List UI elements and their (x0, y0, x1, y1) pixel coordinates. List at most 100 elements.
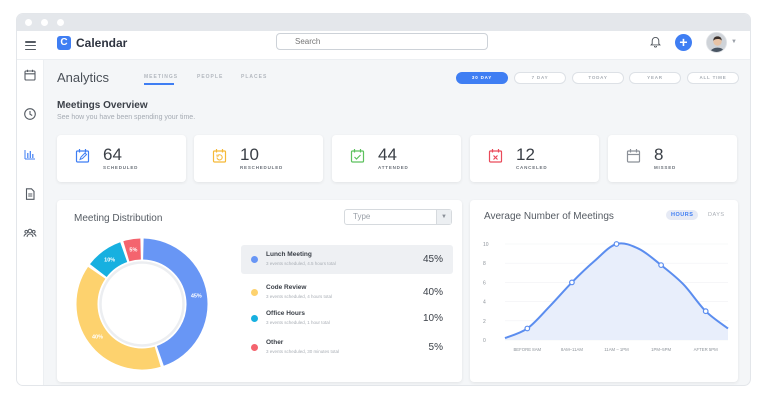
legend-dot (251, 315, 258, 322)
donut-data-label: 5% (129, 248, 137, 254)
calendar-edit-icon (75, 149, 90, 163)
y-tick-label: 0 (483, 338, 486, 344)
legend-item-office-hours[interactable]: Office Hours 3 events scheduled, 1 hour … (241, 304, 453, 333)
legend-desc: 3 events scheduled, 30 minutes total (266, 349, 340, 354)
stat-card-rescheduled: 10 RESCHEDULED (194, 135, 323, 182)
x-tick-label: 8AM–11AM (561, 347, 584, 352)
donut-slice-lunch-meeting[interactable] (142, 238, 208, 366)
legend-percent: 40% (422, 287, 443, 298)
stat-value: 12 (516, 145, 535, 164)
donut-data-label: 10% (104, 258, 115, 264)
data-point[interactable] (702, 308, 709, 315)
legend-dot (251, 289, 258, 296)
donut-data-label: 45% (191, 293, 202, 299)
sidebar (17, 60, 44, 385)
calendar-check-icon (350, 149, 365, 163)
window-maximize-dot[interactable] (57, 19, 64, 26)
overview-title: Meetings Overview (57, 100, 148, 111)
calendar-icon[interactable] (23, 68, 37, 82)
average-card: Average Number of Meetings HOURS DAYS 02… (470, 200, 738, 382)
donut-inner-ring (99, 261, 185, 347)
overview-subtitle: See how you have been spending your time… (57, 114, 196, 121)
bar-chart-icon[interactable] (23, 147, 37, 161)
y-tick-label: 8 (483, 261, 486, 267)
data-point[interactable] (658, 262, 665, 269)
legend-desc: 3 events scheduled, 1 hour total (266, 320, 330, 325)
stat-value: 8 (654, 145, 664, 164)
type-select[interactable]: Type ▼ (344, 209, 452, 225)
window-minimize-dot[interactable] (41, 19, 48, 26)
stat-label: SCHEDULED (103, 165, 139, 170)
window-close-dot[interactable] (25, 19, 32, 26)
legend-desc: 3 events scheduled, 4 hours total (266, 294, 333, 299)
range-year[interactable]: YEAR (629, 72, 681, 84)
range-7-day[interactable]: 7 DAY (514, 72, 566, 84)
x-tick-label: AFTER 5PM (694, 347, 719, 352)
range-all-time[interactable]: ALL TIME (687, 72, 739, 84)
data-point[interactable] (524, 325, 531, 332)
chevron-down-icon: ▼ (436, 210, 451, 224)
legend-desc: 3 events scheduled, 4.5 hours total (266, 261, 336, 266)
legend-name: Lunch Meeting (266, 251, 312, 258)
stat-card-scheduled: 64 SCHEDULED (57, 135, 186, 182)
add-event-button[interactable]: + (675, 34, 692, 51)
document-icon[interactable] (23, 187, 37, 201)
stat-value: 44 (378, 145, 397, 164)
calendar-missed-icon (626, 149, 641, 163)
tab-people[interactable]: PEOPLE (197, 74, 223, 80)
stat-label: CANCELED (516, 165, 548, 170)
stat-label: RESCHEDULED (240, 165, 284, 170)
type-select-placeholder: Type (353, 212, 371, 221)
tab-meetings[interactable]: MEETINGS (144, 74, 178, 80)
hamburger-menu-icon[interactable] (25, 41, 36, 51)
average-area-chart: 0 2 4 6 8 10 BEFORE 8AM 8AM–11AM 11AM – 1PM 1PM–5… (483, 241, 729, 352)
data-point[interactable] (613, 241, 620, 247)
distribution-title: Meeting Distribution (74, 213, 163, 224)
y-tick-label: 4 (483, 300, 486, 306)
donut-data-label: 40% (92, 334, 103, 340)
legend-dot (251, 344, 258, 351)
x-tick-label: 1PM–5PM (651, 347, 671, 352)
stat-card-canceled: 12 CANCELED (470, 135, 599, 182)
stat-value: 10 (240, 145, 259, 164)
range-30-day[interactable]: 30 DAY (456, 72, 508, 84)
search-input[interactable] (276, 33, 488, 50)
clock-icon[interactable] (23, 107, 37, 121)
page-title: Analytics (57, 70, 110, 85)
bell-icon[interactable] (650, 36, 661, 48)
title-bar (17, 14, 750, 31)
legend-name: Code Review (266, 284, 307, 291)
stat-label: MISSED (654, 165, 677, 170)
stat-card-attended: 44 ATTENDED (332, 135, 461, 182)
calendar-reschedule-icon (212, 149, 227, 163)
stat-value: 64 (103, 145, 122, 164)
chevron-down-icon[interactable]: ▼ (731, 39, 737, 45)
calendar-cancel-icon (488, 149, 503, 163)
legend-dot (251, 256, 258, 263)
app-name: Calendar (76, 36, 128, 50)
app-window: C Calendar + ▼ Analytics MEETINGS PEOPLE… (17, 14, 750, 385)
data-point[interactable] (568, 279, 575, 286)
active-tab-indicator (144, 83, 174, 85)
legend-percent: 10% (422, 313, 443, 324)
x-tick-label: 11AM – 1PM (604, 347, 629, 352)
range-today[interactable]: TODAY (572, 72, 624, 84)
logo-icon: C (57, 36, 71, 50)
people-icon[interactable] (23, 226, 37, 240)
legend-percent: 5% (428, 342, 443, 353)
legend-name: Office Hours (266, 310, 306, 317)
legend-name: Other (266, 339, 284, 346)
distribution-donut: 45% 40% 10% 5% (76, 238, 208, 370)
legend-item-code-review[interactable]: Code Review 3 events scheduled, 4 hours … (241, 278, 453, 307)
avatar[interactable] (706, 32, 727, 53)
legend-item-lunch-meeting[interactable]: Lunch Meeting 3 events scheduled, 4.5 ho… (241, 245, 453, 274)
y-tick-label: 2 (483, 319, 486, 325)
legend-item-other[interactable]: Other 3 events scheduled, 30 minutes tot… (241, 333, 453, 362)
stat-label: ATTENDED (378, 165, 409, 170)
y-tick-label: 10 (483, 242, 489, 248)
area-fill (505, 243, 728, 340)
x-tick-label: BEFORE 8AM (513, 347, 541, 352)
tab-places[interactable]: PLACES (241, 74, 267, 80)
top-bar: C Calendar + ▼ (17, 31, 750, 60)
legend-percent: 45% (422, 254, 443, 265)
